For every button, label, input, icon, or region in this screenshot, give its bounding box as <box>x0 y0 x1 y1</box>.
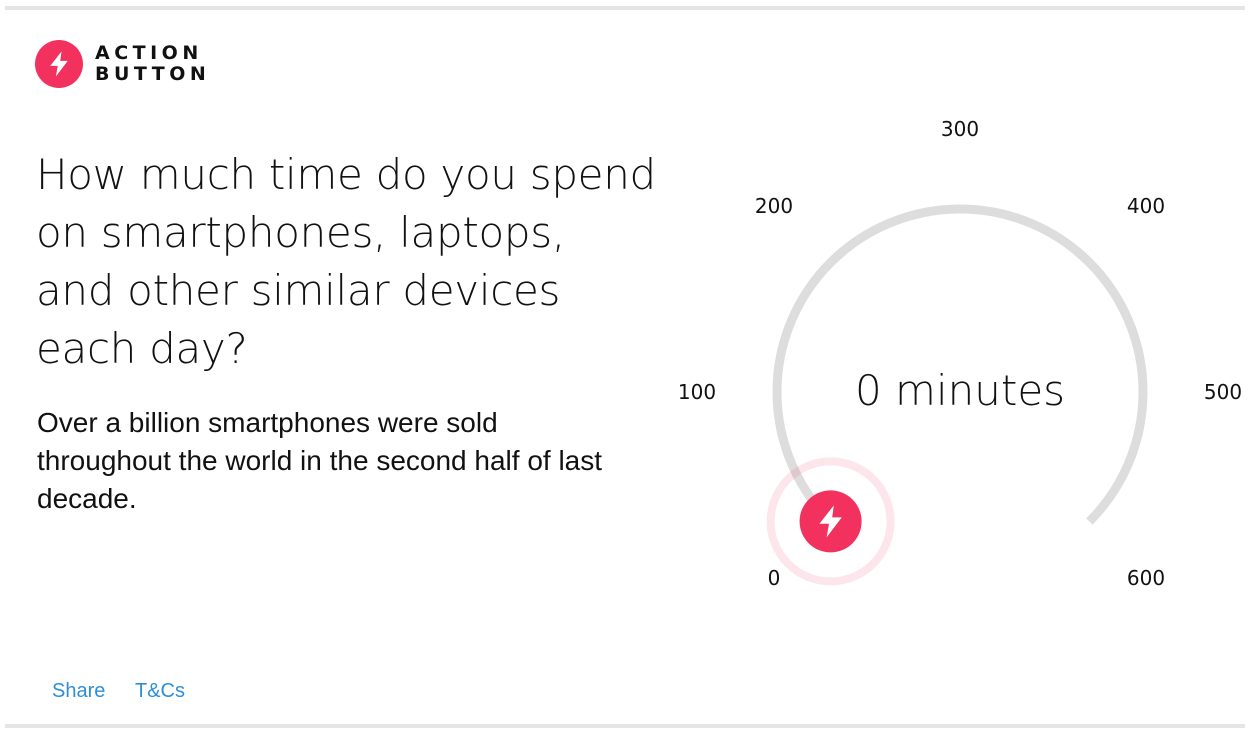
brand-name: ACTION BUTTON <box>95 43 210 85</box>
dial-tick-label: 300 <box>941 120 979 141</box>
dial-tick-label: 100 <box>678 380 716 404</box>
time-dial[interactable]: 0 100 200 300 400 500 600 0 minutes <box>640 120 1252 620</box>
dial-tick-label: 400 <box>1127 194 1165 218</box>
dial-tick-label: 600 <box>1127 566 1165 590</box>
brand-logo[interactable]: ACTION BUTTON <box>35 40 210 88</box>
brand-line-2: BUTTON <box>95 63 211 85</box>
dial-value-readout: 0 minutes <box>854 366 1066 415</box>
lightning-bolt-icon <box>50 51 68 77</box>
dial-tick-label: 500 <box>1204 380 1242 404</box>
dial-tick-label: 200 <box>755 194 793 218</box>
question-description: Over a billion smartphones were sold thr… <box>37 407 603 514</box>
question-heading: How much time do you spend on smartphone… <box>36 150 656 373</box>
brand-line-1: ACTION <box>95 42 203 64</box>
dial-tick-label: 0 <box>768 566 781 590</box>
logo-badge <box>35 40 83 88</box>
terms-link[interactable]: T&Cs <box>135 680 185 703</box>
share-link[interactable]: Share <box>52 680 105 703</box>
dial-handle[interactable] <box>766 457 895 586</box>
